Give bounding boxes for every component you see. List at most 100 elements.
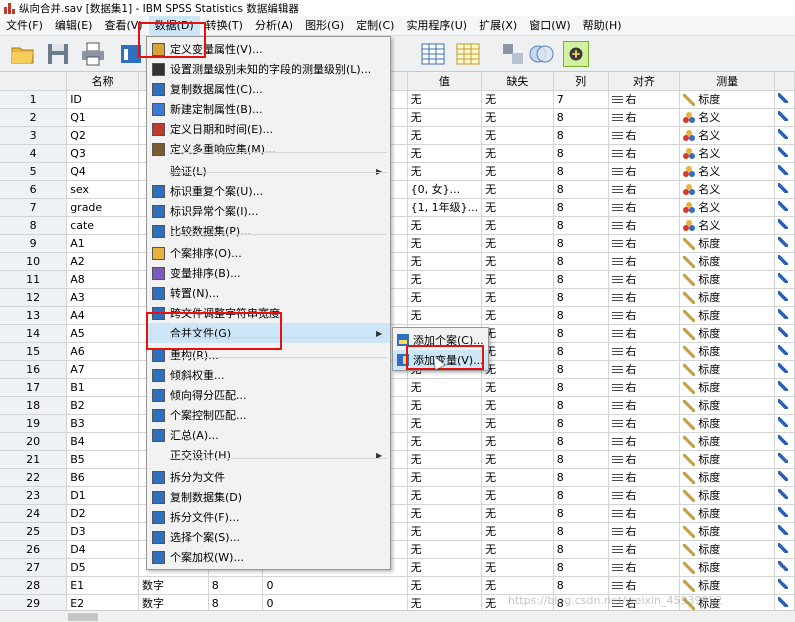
cell-align[interactable]: 右 (608, 144, 681, 163)
cell-name[interactable]: sex (66, 180, 139, 199)
cell-missing[interactable]: 无 (481, 396, 554, 415)
data-menu-item-25[interactable]: 选择个案(S)... (147, 527, 390, 547)
cell-columns[interactable]: 8 (553, 198, 609, 217)
cell-name[interactable]: A2 (66, 252, 139, 271)
cell-columns[interactable]: 8 (553, 522, 609, 541)
cell-values[interactable]: 无 (407, 504, 483, 523)
cell-missing[interactable]: 无 (481, 558, 554, 577)
row-number[interactable]: 19 (0, 414, 68, 433)
cell-align[interactable]: 右 (608, 486, 681, 505)
cell-name[interactable]: A5 (66, 324, 139, 343)
cell-columns[interactable]: 8 (553, 396, 609, 415)
table-row[interactable]: 23 D1 无无 8 右标度 (0, 486, 795, 505)
cell-role[interactable] (774, 576, 795, 595)
menu-analyze[interactable]: 分析(A) (249, 16, 299, 36)
cell-measure[interactable]: 标度 (679, 576, 775, 595)
cell-role[interactable] (774, 450, 795, 469)
cell-columns[interactable]: 8 (553, 108, 609, 127)
cell-values[interactable]: 无 (407, 522, 483, 541)
cell-measure[interactable]: 标度 (679, 522, 775, 541)
cell-missing[interactable]: 无 (481, 504, 554, 523)
cell-role[interactable] (774, 252, 795, 271)
cell-values[interactable]: 无 (407, 378, 483, 397)
cell-measure[interactable]: 标度 (679, 432, 775, 451)
cell-role[interactable] (774, 126, 795, 145)
row-number[interactable]: 9 (0, 234, 68, 253)
data-menu-item-19[interactable]: 个案控制匹配... (147, 405, 390, 425)
cell-columns[interactable]: 7 (553, 90, 609, 109)
cell-measure[interactable]: 标度 (679, 450, 775, 469)
cell-values[interactable]: 无 (407, 162, 483, 181)
scrollbar-thumb[interactable] (68, 613, 98, 621)
cell-values[interactable]: 无 (407, 252, 483, 271)
row-number[interactable]: 1 (0, 90, 68, 109)
cell-values[interactable]: 无 (407, 432, 483, 451)
row-number[interactable]: 26 (0, 540, 68, 559)
cell-columns[interactable]: 8 (553, 180, 609, 199)
cell-align[interactable]: 右 (608, 126, 681, 145)
cell-columns[interactable]: 8 (553, 414, 609, 433)
table-row[interactable]: 8 cate 无无 8 右名义 (0, 216, 795, 235)
cell-measure[interactable]: 名义 (679, 108, 775, 127)
cell-name[interactable]: Q1 (66, 108, 139, 127)
table-row[interactable]: 5 Q4 无无 8 右名义 (0, 162, 795, 181)
cell-measure[interactable]: 名义 (679, 180, 775, 199)
menu-custom[interactable]: 定制(C) (350, 16, 400, 36)
cell-missing[interactable]: 无 (481, 486, 554, 505)
column-header-columns[interactable]: 列 (553, 72, 609, 91)
menu-utilities[interactable]: 实用程序(U) (400, 16, 473, 36)
cell-missing[interactable]: 无 (481, 360, 554, 379)
horizontal-scrollbar[interactable] (0, 610, 795, 622)
cell-align[interactable]: 右 (608, 252, 681, 271)
cell-align[interactable]: 右 (608, 432, 681, 451)
table-row[interactable]: 25 D3 无无 8 右标度 (0, 522, 795, 541)
cell-align[interactable]: 右 (608, 576, 681, 595)
cell-columns[interactable]: 8 (553, 306, 609, 325)
row-number[interactable]: 8 (0, 216, 68, 235)
data-menu-item-16[interactable]: 重构(R)... (147, 345, 390, 365)
table-row[interactable]: 26 D4 无无 8 右标度 (0, 540, 795, 559)
cell-measure[interactable]: 标度 (679, 486, 775, 505)
data-menu-item-7[interactable]: 验证(L) ▶ (147, 161, 390, 181)
cell-columns[interactable]: 8 (553, 162, 609, 181)
cell-missing[interactable]: 无 (481, 198, 554, 217)
cell-missing[interactable]: 无 (481, 414, 554, 433)
add-icon[interactable] (563, 41, 589, 67)
cell-measure[interactable]: 标度 (679, 468, 775, 487)
cell-name[interactable]: B2 (66, 396, 139, 415)
table-row[interactable]: 18 B2 无无 8 右标度 (0, 396, 795, 415)
cell-measure[interactable]: 标度 (679, 252, 775, 271)
cell-columns[interactable]: 8 (553, 288, 609, 307)
data-menu-item-13[interactable]: 转置(N)... (147, 283, 390, 303)
column-header-role[interactable] (774, 72, 795, 91)
table-row[interactable]: 27 D5 无无 8 右标度 (0, 558, 795, 577)
table-row[interactable]: 24 D2 无无 8 右标度 (0, 504, 795, 523)
row-number[interactable]: 24 (0, 504, 68, 523)
cell-measure[interactable]: 标度 (679, 324, 775, 343)
cell-name[interactable]: E1 (66, 576, 139, 595)
cell-role[interactable] (774, 144, 795, 163)
cell-role[interactable] (774, 342, 795, 361)
cell-missing[interactable]: 无 (481, 144, 554, 163)
cell-align[interactable]: 右 (608, 522, 681, 541)
cell-role[interactable] (774, 432, 795, 451)
cell-missing[interactable]: 无 (481, 162, 554, 181)
cell-align[interactable]: 右 (608, 90, 681, 109)
cell-align[interactable]: 右 (608, 540, 681, 559)
cell-columns[interactable]: 8 (553, 342, 609, 361)
row-number[interactable]: 16 (0, 360, 68, 379)
cell-columns[interactable]: 8 (553, 216, 609, 235)
cell-missing[interactable]: 无 (481, 576, 554, 595)
cell-role[interactable] (774, 90, 795, 109)
cell-align[interactable]: 右 (608, 198, 681, 217)
cell-columns[interactable]: 8 (553, 468, 609, 487)
table-row[interactable]: 19 B3 无无 8 右标度 (0, 414, 795, 433)
cell-role[interactable] (774, 558, 795, 577)
row-number[interactable]: 25 (0, 522, 68, 541)
cell-columns[interactable]: 8 (553, 504, 609, 523)
data-menu-item-26[interactable]: 个案加权(W)... (147, 547, 390, 567)
cell-role[interactable] (774, 270, 795, 289)
save-icon[interactable] (45, 41, 71, 67)
cell-measure[interactable]: 标度 (679, 540, 775, 559)
data-menu-item-1[interactable]: 定义变量属性(V)... (147, 39, 390, 59)
